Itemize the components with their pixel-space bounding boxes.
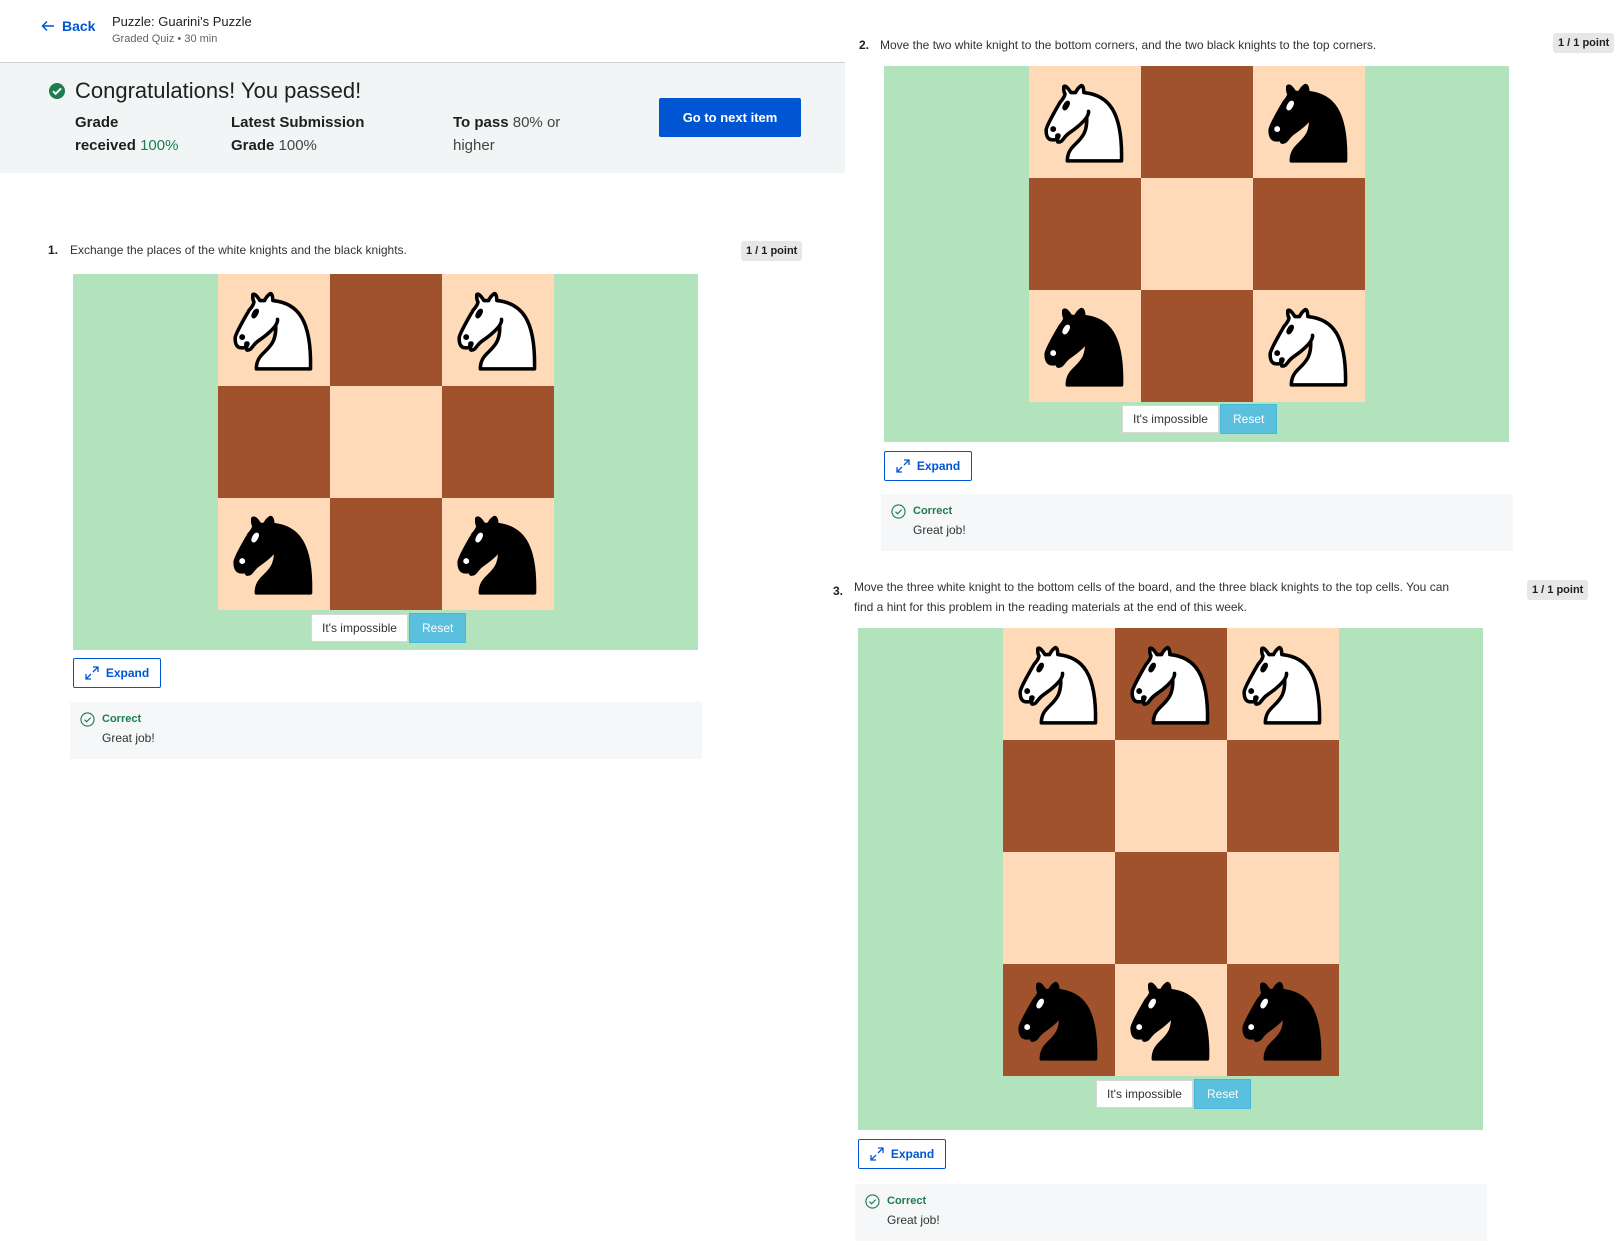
knight-white-icon[interactable] xyxy=(1032,69,1138,175)
board-square[interactable] xyxy=(1115,740,1227,852)
question-3-points: 1 / 1 point xyxy=(1527,580,1589,600)
question-2-points: 1 / 1 point xyxy=(1553,33,1615,53)
board-square[interactable] xyxy=(1115,852,1227,964)
board-square[interactable] xyxy=(1141,178,1253,290)
knight-white-icon[interactable] xyxy=(1118,631,1224,737)
board-square[interactable] xyxy=(1029,290,1141,402)
board-square[interactable] xyxy=(218,498,330,610)
board-square[interactable] xyxy=(1227,628,1339,740)
board-square[interactable] xyxy=(330,274,442,386)
board-square[interactable] xyxy=(442,274,554,386)
board-square[interactable] xyxy=(1253,290,1365,402)
question-1-points: 1 / 1 point xyxy=(741,241,803,261)
board-square[interactable] xyxy=(1003,740,1115,852)
knight-black-icon[interactable] xyxy=(1256,69,1362,175)
header-divider xyxy=(0,62,845,63)
board-square[interactable] xyxy=(218,274,330,386)
question-3-expand-button[interactable]: Expand xyxy=(858,1139,946,1169)
board-square[interactable] xyxy=(1141,66,1253,178)
question-2-text: Move the two white knight to the bottom … xyxy=(880,38,1377,52)
feedback-text: Great job! xyxy=(913,523,966,537)
knight-black-icon[interactable] xyxy=(1230,967,1336,1073)
check-circle-icon xyxy=(49,83,65,99)
question-3-impossible-button[interactable]: It's impossible xyxy=(1096,1080,1193,1108)
board-square[interactable] xyxy=(330,386,442,498)
question-2-expand-button[interactable]: Expand xyxy=(884,451,972,481)
knight-white-icon[interactable] xyxy=(1256,293,1362,399)
check-circle-icon xyxy=(891,504,906,519)
feedback-text: Great job! xyxy=(102,731,155,745)
to-pass: To pass 80% or higher xyxy=(453,114,561,154)
expand-icon xyxy=(896,459,910,473)
grade-value: 100% xyxy=(140,137,179,154)
board-square[interactable] xyxy=(1029,66,1141,178)
question-2-feedback: Correct Great job! xyxy=(881,494,1513,551)
back-button[interactable]: Back xyxy=(40,18,95,34)
board-square[interactable] xyxy=(1029,178,1141,290)
feedback-text: Great job! xyxy=(887,1213,940,1227)
question-2-reset-button[interactable]: Reset xyxy=(1220,404,1278,434)
board-square[interactable] xyxy=(442,498,554,610)
question-3-reset-button[interactable]: Reset xyxy=(1194,1079,1252,1109)
knight-black-icon[interactable] xyxy=(1032,293,1138,399)
board-square[interactable] xyxy=(1227,964,1339,1076)
go-to-next-item-button[interactable]: Go to next item xyxy=(659,98,801,137)
board-square[interactable] xyxy=(1227,852,1339,964)
question-3-feedback: Correct Great job! xyxy=(855,1184,1487,1241)
pass-title: Congratulations! You passed! xyxy=(75,78,362,103)
question-1-feedback: Correct Great job! xyxy=(70,702,702,759)
board-square[interactable] xyxy=(442,386,554,498)
question-2-number: 2. xyxy=(859,38,870,52)
question-1-number: 1. xyxy=(48,243,59,257)
latest-value: 100% xyxy=(278,137,317,154)
check-circle-icon xyxy=(865,1194,880,1209)
board-square[interactable] xyxy=(218,386,330,498)
expand-icon xyxy=(870,1147,884,1161)
question-1-reset-button[interactable]: Reset xyxy=(409,613,467,643)
question-1-text: Exchange the places of the white knights… xyxy=(70,243,407,257)
question-1-expand-button[interactable]: Expand xyxy=(73,658,161,688)
feedback-label: Correct xyxy=(102,713,142,725)
latest-submission-grade: Latest Submission Grade 100% xyxy=(231,114,365,154)
question-3-board xyxy=(858,628,1483,1130)
knight-white-icon[interactable] xyxy=(1230,631,1336,737)
board-square[interactable] xyxy=(1003,964,1115,1076)
board-square[interactable] xyxy=(1253,178,1365,290)
question-2-board xyxy=(884,66,1509,442)
board-square[interactable] xyxy=(1115,628,1227,740)
board-square[interactable] xyxy=(1003,852,1115,964)
knight-white-icon[interactable] xyxy=(1006,631,1112,737)
knight-black-icon[interactable] xyxy=(1118,967,1224,1073)
board-square[interactable] xyxy=(1115,964,1227,1076)
question-2-impossible-button[interactable]: It's impossible xyxy=(1122,405,1219,433)
knight-white-icon[interactable] xyxy=(445,277,551,383)
quiz-title: Puzzle: Guarini's Puzzle xyxy=(112,14,252,29)
question-3-text: Move the three white knight to the botto… xyxy=(854,580,1450,614)
feedback-label: Correct xyxy=(887,1195,927,1207)
question-3-number: 3. xyxy=(833,584,844,598)
arrow-left-icon xyxy=(41,20,54,32)
board-square[interactable] xyxy=(1141,290,1253,402)
board-square[interactable] xyxy=(1253,66,1365,178)
feedback-label: Correct xyxy=(913,505,953,517)
grade-received: Grade received 100% xyxy=(75,114,179,154)
board-square[interactable] xyxy=(1003,628,1115,740)
back-label: Back xyxy=(62,18,96,34)
knight-black-icon[interactable] xyxy=(221,501,327,607)
board-square[interactable] xyxy=(1227,740,1339,852)
board-square[interactable] xyxy=(330,498,442,610)
knight-white-icon[interactable] xyxy=(221,277,327,383)
question-1-board xyxy=(73,274,698,650)
check-circle-icon xyxy=(80,712,95,727)
expand-icon xyxy=(85,666,99,680)
knight-black-icon[interactable] xyxy=(1006,967,1112,1073)
question-1-impossible-button[interactable]: It's impossible xyxy=(311,614,408,642)
knight-black-icon[interactable] xyxy=(445,501,551,607)
quiz-subtitle: Graded Quiz • 30 min xyxy=(112,33,218,45)
